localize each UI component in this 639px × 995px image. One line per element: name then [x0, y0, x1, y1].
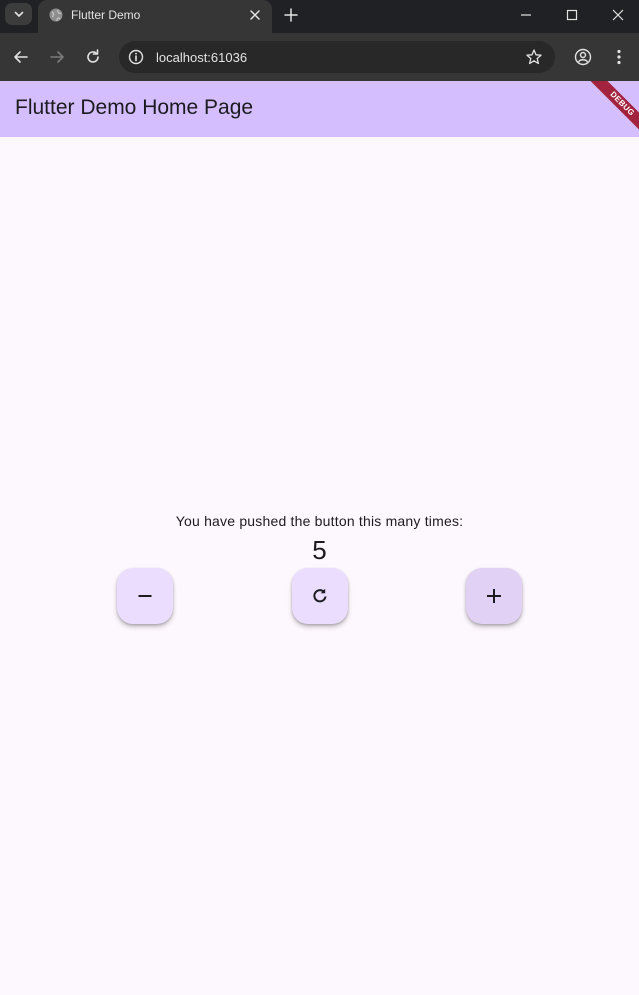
star-icon[interactable]: [525, 48, 543, 66]
address-bar[interactable]: localhost:61036: [119, 41, 555, 73]
app-body: You have pushed the button this many tim…: [0, 137, 639, 995]
close-icon[interactable]: [248, 8, 262, 22]
reload-icon[interactable]: [83, 47, 103, 67]
tab-strip: Flutter Demo: [0, 0, 639, 33]
tab-search-button[interactable]: [5, 3, 32, 25]
globe-icon: [49, 8, 63, 22]
minus-icon: [138, 595, 152, 597]
refresh-icon: [313, 588, 327, 603]
chevron-down-icon: [14, 11, 23, 17]
reset-button[interactable]: [292, 568, 348, 624]
more-vert-icon[interactable]: [609, 47, 629, 67]
maximize-icon[interactable]: [562, 5, 582, 25]
plus-icon: [487, 589, 501, 603]
url-text: localhost:61036: [156, 50, 248, 65]
counter-value: 5: [312, 535, 327, 565]
close-icon[interactable]: [608, 5, 628, 25]
decrement-button[interactable]: [117, 568, 173, 624]
app-bar: Flutter Demo Home Page: [0, 81, 639, 137]
tab-flutter-demo[interactable]: Flutter Demo: [38, 0, 272, 33]
counter-label: You have pushed the button this many tim…: [175, 513, 464, 529]
arrow-right-icon[interactable]: [47, 47, 67, 67]
page-title: Flutter Demo Home Page: [15, 96, 254, 119]
tab-title: Flutter Demo: [71, 8, 141, 22]
profile-icon[interactable]: [573, 47, 593, 67]
increment-button[interactable]: [466, 568, 522, 624]
browser-window: Flutter Demo localhost:61036 Flutter Dem…: [0, 0, 639, 995]
plus-icon[interactable]: [282, 6, 300, 24]
arrow-left-icon[interactable]: [11, 47, 31, 67]
minimize-icon[interactable]: [516, 5, 536, 25]
info-icon[interactable]: [127, 48, 145, 66]
browser-toolbar: localhost:61036: [0, 33, 639, 81]
